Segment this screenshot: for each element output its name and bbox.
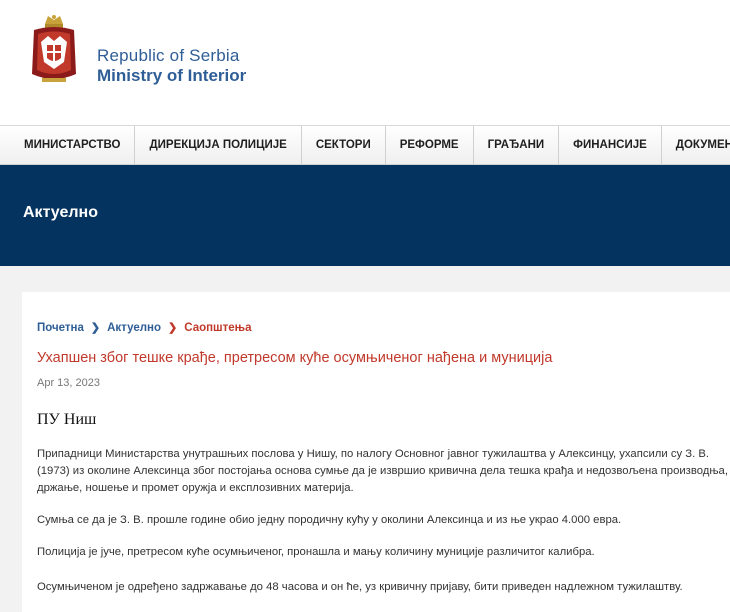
chevron-right-icon: ❯ (90, 322, 101, 334)
nav-item-finances[interactable]: ФИНАНСИЈЕ (559, 126, 662, 164)
brand-ministry: Ministry of Interior (97, 66, 247, 85)
article-paragraph: Полиција је јуче, претресом куће осумњич… (37, 546, 595, 558)
chevron-right-icon: ❯ (168, 322, 178, 334)
site-header: Republic of Serbia Ministry of Interior (0, 0, 730, 125)
breadcrumb-home-link[interactable]: Почетна (37, 322, 84, 334)
page-banner: Актуелно (0, 165, 730, 266)
article-paragraph: Осумњиченом је одређено задржавање до 48… (37, 581, 683, 593)
brand-country: Republic of Serbia (97, 46, 240, 65)
nav-item-reforms[interactable]: РЕФОРМЕ (386, 126, 474, 164)
breadcrumb: Почетна ❯ Актуелно ❯ Саопштења (37, 321, 252, 335)
breadcrumb-current-link[interactable]: Саопштења (184, 322, 251, 334)
serbia-coat-of-arms-logo[interactable] (28, 14, 80, 88)
article-title: Ухапшен због тешке крађе, претресом куће… (37, 350, 553, 366)
breadcrumb-news-link[interactable]: Актуелно (107, 322, 161, 334)
nav-item-ministry[interactable]: МИНИСТАРСТВО (0, 126, 136, 164)
article-date: Apr 13, 2023 (37, 377, 100, 389)
main-navigation: МИНИСТАРСТВО ДИРЕКЦИЈА ПОЛИЦИЈЕ СЕКТОРИ … (0, 125, 730, 165)
article-police-unit: ПУ Ниш (37, 411, 97, 428)
page-title: Актуелно (23, 204, 98, 221)
article-paragraph: Сумња се да је З. В. прошле године обио … (37, 514, 622, 526)
nav-item-documents[interactable]: ДОКУМЕНТИ (662, 126, 730, 164)
article-card: Почетна ❯ Актуелно ❯ Саопштења Ухапшен з… (22, 292, 730, 612)
nav-item-citizens[interactable]: ГРАЂАНИ (474, 126, 560, 164)
nav-item-sectors[interactable]: СЕКТОРИ (302, 126, 386, 164)
brand-title[interactable]: Republic of Serbia Ministry of Interior (97, 46, 246, 86)
article-paragraph: Припадници Министарства унутрашњих посло… (37, 448, 728, 494)
nav-item-police-directorate[interactable]: ДИРЕКЦИЈА ПОЛИЦИЈЕ (135, 126, 302, 164)
